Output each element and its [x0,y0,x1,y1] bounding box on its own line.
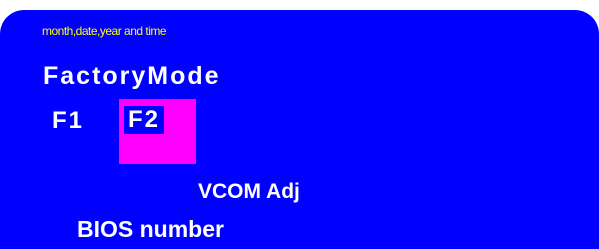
factory-mode-screen: month,date,year and time FactoryMode F1 … [0,10,599,249]
page-tab-f2[interactable]: F2 [124,106,165,134]
menu-item-vcom-adj[interactable]: VCOM Adj [198,180,300,204]
bios-number-label: BIOS number [77,216,224,242]
page-title: FactoryMode [43,62,221,90]
page-tab-f1[interactable]: F1 [52,107,84,135]
datetime-note: month,date,year and time [42,24,167,38]
